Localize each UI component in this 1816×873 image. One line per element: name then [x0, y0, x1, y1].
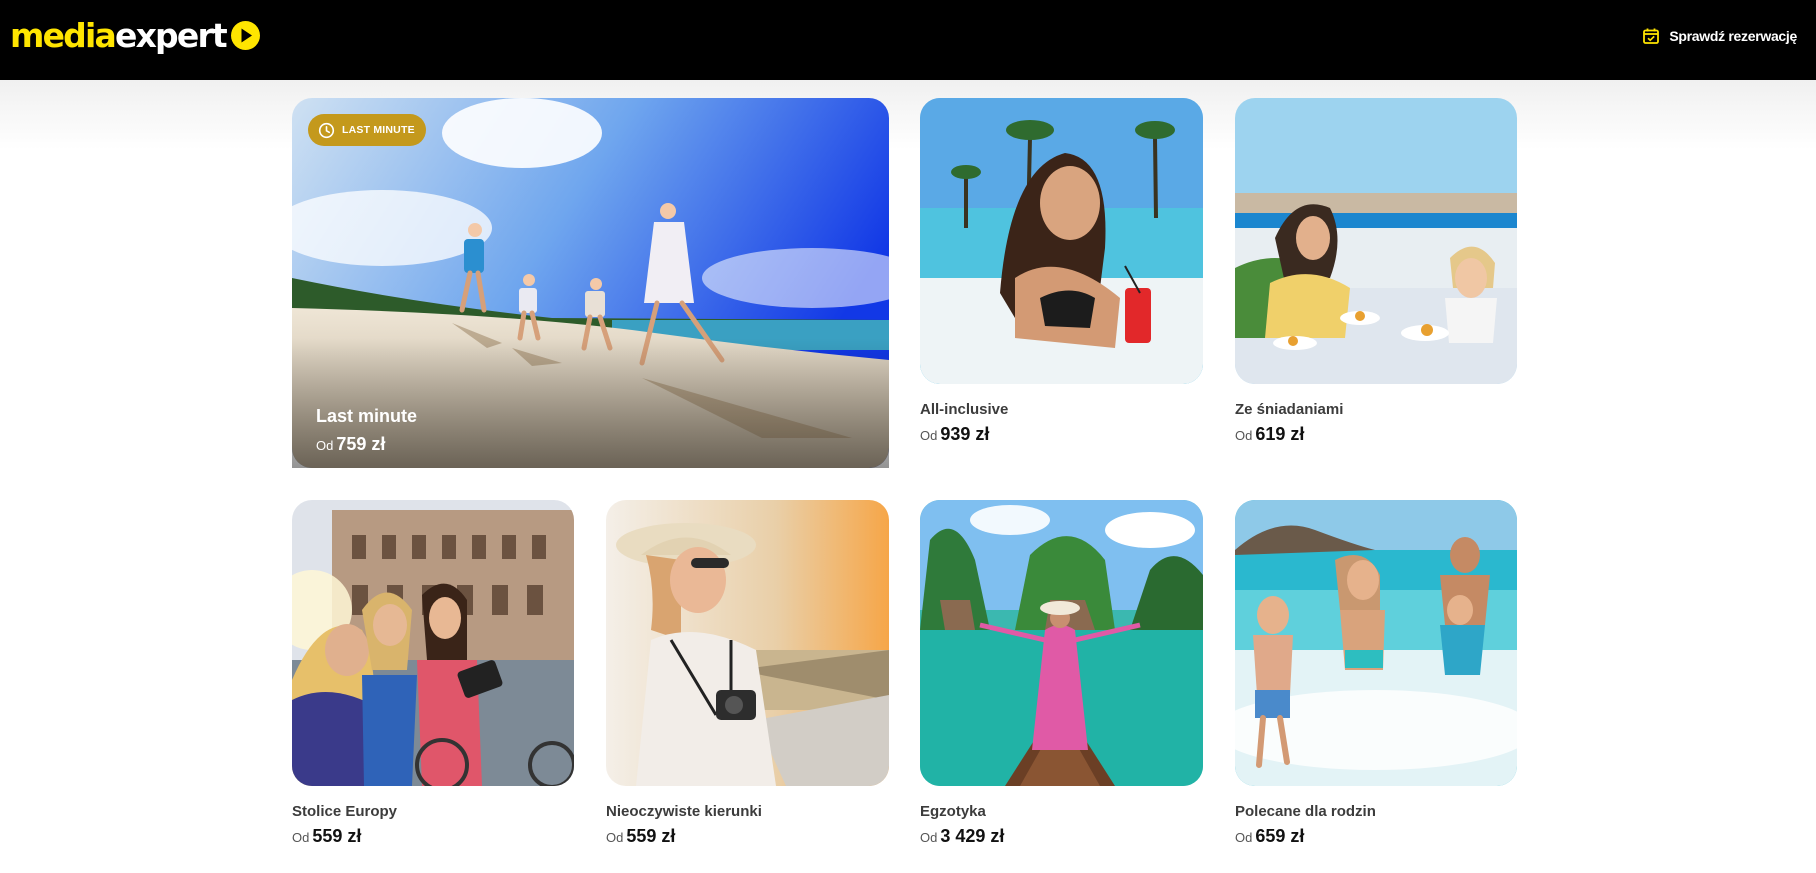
offer-price: Od 3 429 zł — [920, 826, 1004, 847]
offer-price: Od 619 zł — [1235, 424, 1304, 445]
check-reservation-label: Sprawdź rezerwację — [1669, 28, 1797, 44]
offer-title: Nieoczywiste kierunki — [606, 803, 762, 820]
price-prefix: Od — [606, 830, 624, 845]
offer-title: Egzotyka — [920, 803, 986, 820]
price-prefix: Od — [292, 830, 310, 845]
price-prefix: Od — [316, 438, 334, 453]
price-prefix: Od — [920, 428, 938, 443]
offer-card-breakfast[interactable]: Ze śniadaniami Od 619 zł — [1235, 98, 1517, 448]
offer-title: Ze śniadaniami — [1235, 401, 1344, 418]
price-value: 3 429 zł — [940, 826, 1005, 846]
offer-title: All-inclusive — [920, 401, 1009, 418]
price-value: 939 zł — [940, 424, 990, 444]
offer-price: Od 659 zł — [1235, 826, 1304, 847]
offer-price: Od 759 zł — [316, 434, 385, 455]
offer-card-unusual-destinations[interactable]: Nieoczywiste kierunki Od 559 zł — [606, 500, 889, 850]
price-value: 659 zł — [1255, 826, 1305, 846]
price-value: 559 zł — [312, 826, 362, 846]
logo-wordmark: mediaexpert — [10, 15, 228, 55]
check-reservation-link[interactable]: Sprawdź rezerwację — [1642, 26, 1797, 46]
price-prefix: Od — [1235, 428, 1253, 443]
offer-image-pool-woman — [920, 98, 1203, 384]
offer-card-last-minute[interactable]: LAST MINUTE Last minute Od 759 zł — [292, 98, 889, 468]
offer-price: Od 559 zł — [606, 826, 675, 847]
price-prefix: Od — [1235, 830, 1253, 845]
mediaexpert-logo[interactable]: mediaexpert — [10, 14, 260, 56]
price-prefix: Od — [920, 830, 938, 845]
offer-card-all-inclusive[interactable]: All-inclusive Od 939 zł — [920, 98, 1203, 448]
offer-title: Stolice Europy — [292, 803, 398, 820]
offer-card-exotic[interactable]: Egzotyka Od 3 429 zł — [920, 500, 1203, 850]
offer-title: Last minute — [316, 406, 418, 426]
last-minute-badge: LAST MINUTE — [308, 114, 426, 146]
calendar-check-icon — [1642, 27, 1660, 45]
price-value: 759 zł — [336, 434, 386, 454]
offer-image-boat-lagoon — [920, 500, 1203, 786]
offer-card-european-capitals[interactable]: Stolice Europy Od 559 zł — [292, 500, 574, 850]
last-minute-badge-label: LAST MINUTE — [342, 124, 415, 136]
top-header: mediaexpert Sprawdź rezerwację — [0, 0, 1816, 80]
play-circle-icon — [230, 20, 260, 50]
offer-image-family-sea — [1235, 500, 1517, 786]
offer-title: Polecane dla rodzin — [1235, 803, 1376, 820]
offer-price: Od 939 zł — [920, 424, 989, 445]
offer-card-family-recommended[interactable]: Polecane dla rodzin Od 659 zł — [1235, 500, 1517, 850]
offer-image-breakfast-terrace — [1235, 98, 1517, 384]
offer-image-woman-camera — [606, 500, 889, 786]
price-value: 619 zł — [1255, 424, 1305, 444]
price-value: 559 zł — [626, 826, 676, 846]
offer-price: Od 559 zł — [292, 826, 361, 847]
header-shadow — [0, 80, 1816, 150]
offer-image-colosseum-selfie — [292, 500, 574, 786]
clock-icon — [318, 122, 335, 139]
